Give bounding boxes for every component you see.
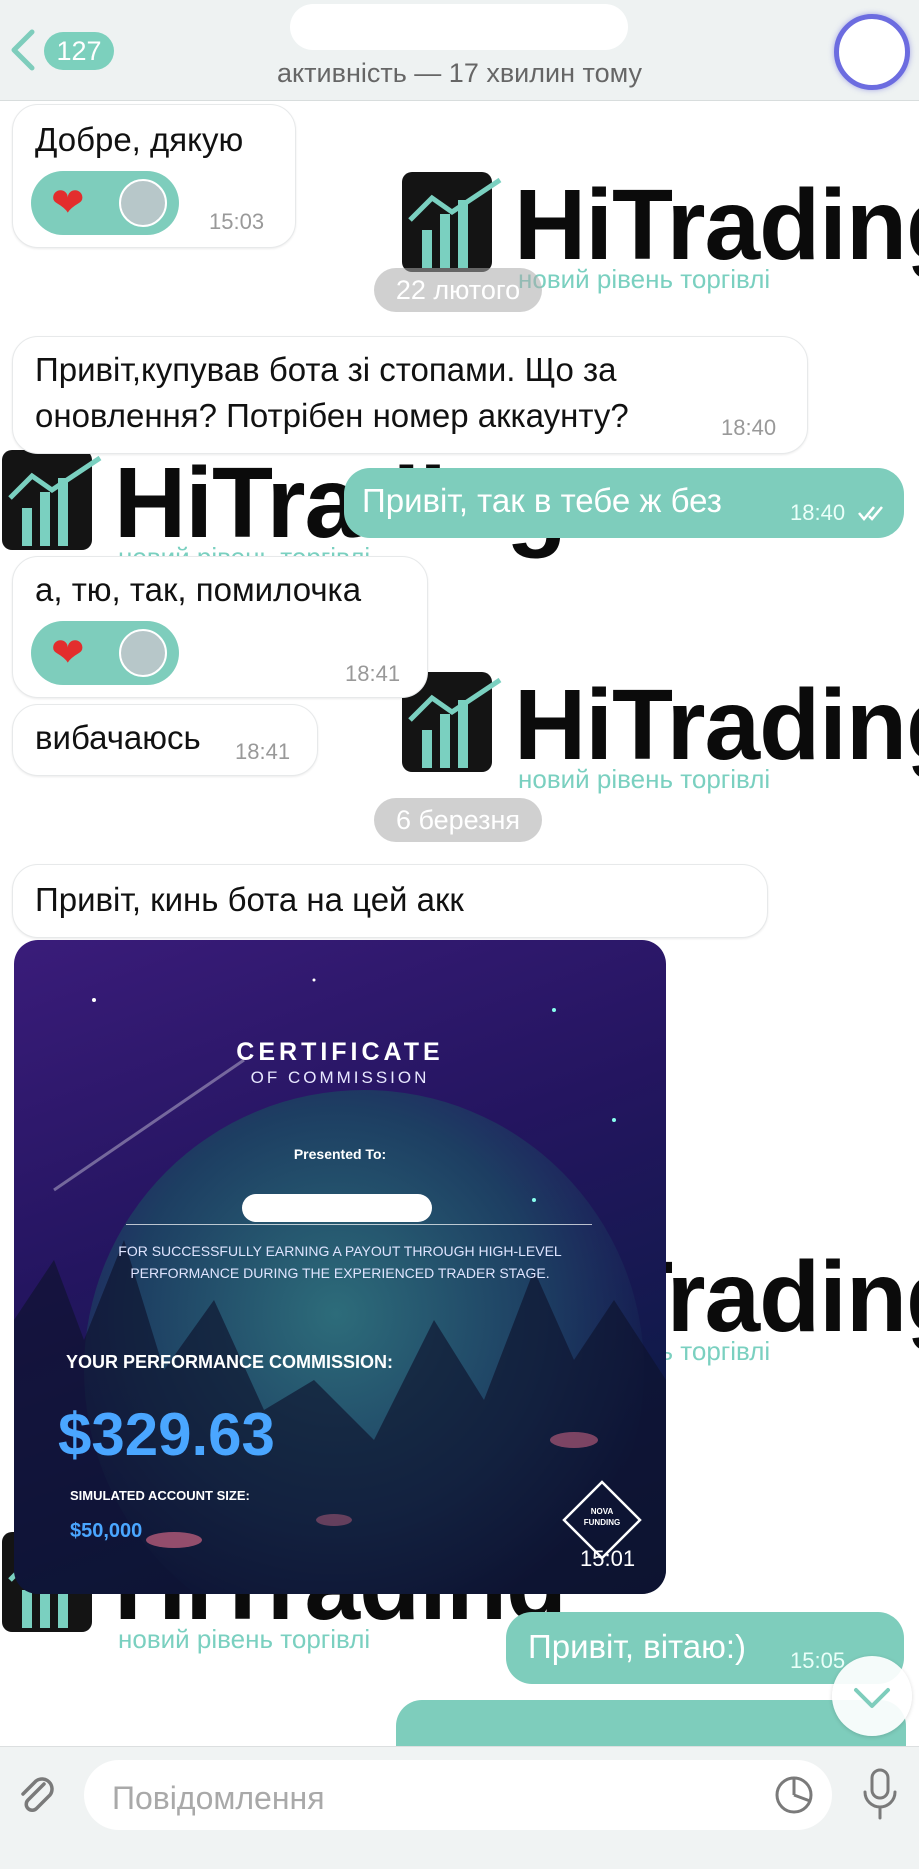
scroll-down-button[interactable] (832, 1656, 912, 1736)
message-time: 18:41 (345, 661, 401, 686)
message-text-line2: оновлення? Потрібен номер аккаунту? (35, 397, 629, 434)
watermark-logo: HiTrading новий рівень торгівлі (400, 670, 919, 800)
message-text: вибачаюсь (35, 719, 201, 756)
message-text: Привіт, кинь бота на цей акк (35, 881, 464, 918)
account-size-value: $50,000 (70, 1520, 143, 1542)
attach-icon[interactable] (12, 1770, 62, 1820)
sticker-icon[interactable] (772, 1773, 816, 1817)
reaction-chip[interactable]: ❤ (31, 171, 179, 235)
commission-amount: $329.63 (58, 1401, 275, 1468)
certificate-body-line1: FOR SUCCESSFULLY EARNING A PAYOUT THROUG… (118, 1243, 562, 1259)
watermark-icon (402, 172, 502, 272)
incoming-message[interactable]: вибачаюсь 18:41 (12, 704, 318, 776)
certificate-presented-label: Presented To: (293, 1146, 387, 1162)
certificate-body-line2: PERFORMANCE DURING THE EXPERIENCED TRADE… (130, 1265, 550, 1281)
certificate-title: CERTIFICATE (236, 1038, 444, 1066)
chevron-down-icon (854, 1688, 890, 1708)
date-separator: 22 лютого (374, 268, 542, 312)
reaction-chip[interactable]: ❤ (31, 621, 179, 685)
message-input-placeholder: Повідомлення (112, 1780, 325, 1816)
heart-icon: ❤ (51, 631, 85, 675)
incoming-message[interactable]: Привіт,купував бота зі стопами. Що за он… (12, 336, 808, 454)
reaction-avatar (119, 179, 167, 227)
message-time: 18:41 (235, 739, 291, 764)
certificate-image[interactable]: CERTIFICATE OF COMMISSION Presented To: … (14, 940, 666, 1594)
incoming-message[interactable]: Добре, дякую ❤ 15:03 (12, 104, 296, 248)
contact-avatar[interactable] (834, 14, 910, 90)
message-text: Привіт, вітаю:) (528, 1628, 747, 1665)
heart-icon: ❤ (51, 181, 85, 225)
certificate-body: FOR SUCCESSFULLY EARNING A PAYOUT THROUG… (104, 1240, 576, 1284)
message-text: Добре, дякую (35, 121, 244, 158)
message-text-line1: Привіт,купував бота зі стопами. Що за (35, 351, 617, 388)
date-separator: 6 березня (374, 798, 542, 842)
message-text: Привіт, так в тебе ж без (362, 482, 722, 519)
message-text: а, тю, так, помилочка (35, 571, 362, 608)
reaction-avatar (119, 629, 167, 677)
logo-line2: FUNDING (583, 1518, 621, 1527)
watermark-tagline: новий рівень торгівлі (518, 264, 771, 294)
account-size-label: SIMULATED ACCOUNT SIZE: (70, 1488, 250, 1503)
watermark-tagline: новий рівень торгівлі (118, 1624, 371, 1654)
microphone-icon[interactable] (860, 1766, 900, 1822)
message-time: 15:01 (580, 1546, 636, 1571)
watermark-tagline: новий рівень торгівлі (518, 764, 771, 794)
divider (126, 1224, 592, 1225)
certificate-subtitle: OF COMMISSION (250, 1068, 430, 1087)
contact-name-redacted[interactable] (290, 4, 628, 50)
last-seen-status: активність — 17 хвилин тому (277, 58, 642, 88)
message-time: 15:03 (209, 209, 265, 234)
incoming-message[interactable]: а, тю, так, помилочка ❤ 18:41 (12, 556, 428, 698)
message-time: 18:40 (790, 500, 846, 525)
recipient-name-redacted (242, 1194, 432, 1222)
incoming-message[interactable]: Привіт, кинь бота на цей акк (12, 864, 768, 938)
double-check-icon (858, 506, 883, 521)
outgoing-message[interactable]: Привіт, так в тебе ж без 18:40 (344, 468, 904, 538)
logo-line1: NOVA (590, 1507, 614, 1516)
commission-label: YOUR PERFORMANCE COMMISSION: (66, 1352, 394, 1372)
message-time: 18:40 (721, 415, 777, 440)
nova-funding-logo-text: NOVA FUNDING (562, 1506, 642, 1528)
watermark-icon (2, 450, 102, 550)
